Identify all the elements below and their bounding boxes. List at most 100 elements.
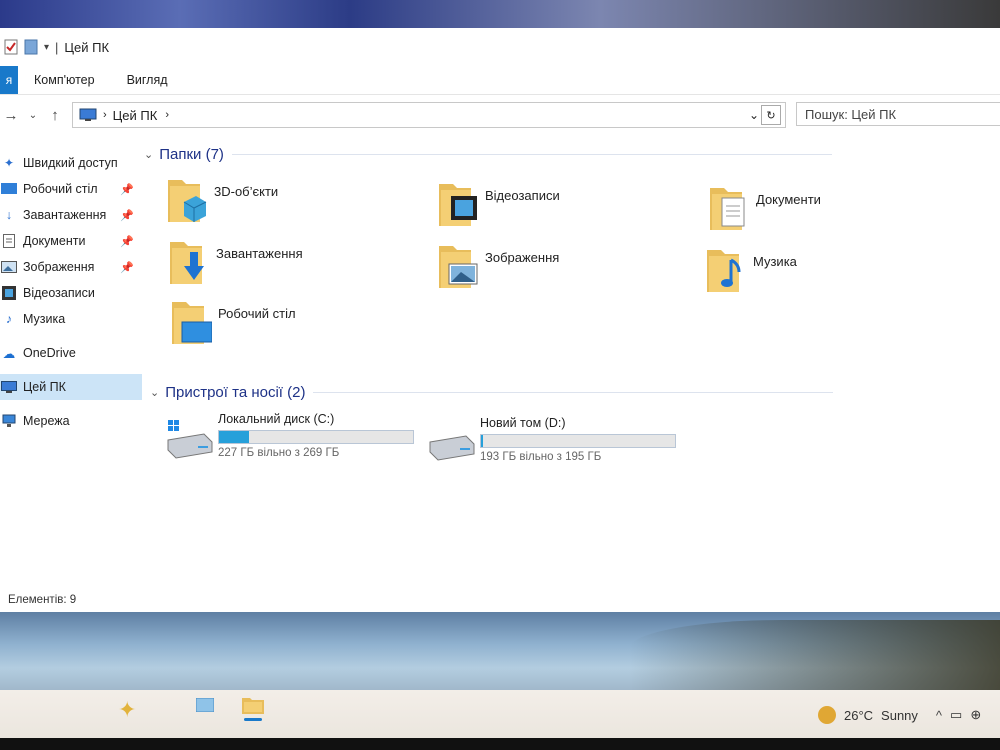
drive-name: Новий том (D:) (480, 416, 566, 430)
drive-free-space: 193 ГБ вільно з 195 ГБ (480, 451, 602, 463)
devices-group-header[interactable]: ⌄ Пристрої та носії (2) (150, 384, 834, 401)
chevron-up-icon[interactable]: ^ (936, 708, 942, 723)
task-view-icon[interactable] (195, 697, 215, 717)
chevron-down-icon[interactable]: ⌄ (144, 148, 153, 161)
folder-downloads[interactable]: Завантаження (168, 238, 303, 286)
star-icon: ✦ (3, 156, 15, 170)
sidebar-item-label: Цей ПК (23, 380, 66, 394)
folder-documents-icon (710, 188, 745, 230)
folder-desktop-icon (172, 302, 212, 344)
sidebar-item-label: Робочий стіл (23, 182, 98, 196)
pin-icon[interactable]: 📌 (120, 235, 134, 248)
folder-pictures[interactable]: Зображення (437, 242, 559, 290)
network-status-icon[interactable]: ⊕ (970, 707, 981, 723)
title-bar: ▾ | Цей ПК (0, 28, 1000, 66)
folder-music-icon (707, 250, 741, 292)
folder-label: Робочий стіл (218, 306, 296, 321)
music-icon: ♪ (5, 312, 13, 326)
folder-label: Музика (753, 254, 797, 269)
folder-3d-objects[interactable]: 3D-об’єкти (166, 176, 278, 224)
videos-icon (0, 286, 18, 300)
desktop-background-bottom (0, 612, 1000, 692)
chevron-down-icon[interactable]: ⌄ (150, 386, 159, 399)
weather-temperature: 26°C (844, 707, 874, 723)
forward-icon[interactable]: → (0, 107, 22, 124)
screen-bezel (0, 738, 1000, 750)
window-title: Цей ПК (64, 39, 110, 55)
search-input[interactable]: Пошук: Цей ПК (796, 102, 1000, 126)
sidebar-item-pictures[interactable]: Зображення 📌 (0, 254, 142, 280)
content-pane: ⌄ Папки (7) 3D-об’єкти Відеозаписи Докум… (142, 146, 1000, 586)
copilot-icon[interactable]: ✦ (118, 697, 136, 723)
title-separator: | (55, 39, 59, 55)
sidebar-item-this-pc[interactable]: Цей ПК (0, 374, 142, 400)
folder-music[interactable]: Музика (705, 246, 797, 294)
cloud-icon: ☁ (2, 346, 16, 361)
file-explorer-taskbar-icon[interactable] (242, 696, 264, 719)
desktop-icon (0, 183, 18, 195)
properties-icon[interactable] (4, 39, 18, 55)
computer-icon (0, 381, 18, 393)
folders-group-header[interactable]: ⌄ Папки (7) (144, 146, 832, 163)
group-divider (231, 154, 832, 155)
folder-label: Відеозаписи (485, 188, 560, 203)
folder-desktop[interactable]: Робочий стіл (170, 298, 296, 346)
folder-pictures-icon (439, 246, 478, 288)
pictures-icon (0, 261, 18, 273)
breadcrumb-this-pc[interactable]: Цей ПК (113, 108, 158, 123)
active-app-indicator (244, 718, 262, 721)
refresh-icon[interactable]: ↻ (761, 105, 781, 125)
address-bar[interactable]: › Цей ПК › ⌄ ↻ (72, 102, 786, 128)
folder-downloads-icon (170, 242, 204, 284)
breadcrumb-chevron-icon[interactable]: › (165, 109, 169, 121)
download-icon: ↓ (5, 208, 13, 222)
sidebar-item-label: OneDrive (23, 346, 76, 360)
new-folder-icon[interactable] (24, 39, 38, 55)
sidebar-item-downloads[interactable]: ↓ Завантаження 📌 (0, 202, 142, 228)
quick-access-dropdown-icon[interactable]: ▾ (44, 42, 49, 53)
document-icon (0, 234, 18, 248)
sidebar-item-onedrive[interactable]: ☁ OneDrive (0, 340, 142, 366)
drive-name: Локальний диск (C:) (218, 412, 335, 426)
drive-d-icon (429, 435, 475, 461)
tab-view[interactable]: Вигляд (111, 73, 184, 87)
sidebar-item-label: Мережа (23, 414, 70, 428)
sun-icon (818, 706, 836, 724)
up-icon[interactable]: ↑ (44, 107, 66, 124)
file-tab[interactable]: я (0, 66, 18, 94)
drive-usage-bar (480, 434, 676, 448)
wallpaper-rock (630, 620, 1000, 690)
battery-icon[interactable]: ▭ (950, 707, 962, 723)
pin-icon[interactable]: 📌 (120, 209, 134, 222)
tab-computer[interactable]: Комп'ютер (18, 73, 111, 87)
folder-3d-objects-icon (168, 180, 207, 222)
folder-videos[interactable]: Відеозаписи (437, 180, 560, 228)
file-explorer-window: ▾ | Цей ПК я Комп'ютер Вигляд → ⌄ ↑ › Це… (0, 28, 1000, 612)
weather-widget[interactable]: 26°C Sunny ^ ▭ ⊕ (818, 706, 981, 724)
folder-label: Завантаження (216, 246, 303, 261)
drive-usage-fill (481, 435, 483, 447)
folder-documents[interactable]: Документи (708, 184, 821, 232)
pin-icon[interactable]: 📌 (120, 261, 134, 274)
sidebar-item-network[interactable]: Мережа (0, 408, 142, 434)
breadcrumb-separator-icon: › (103, 109, 107, 121)
sidebar-item-desktop[interactable]: Робочий стіл 📌 (0, 176, 142, 202)
sidebar-item-label: Відеозаписи (23, 286, 95, 300)
search-placeholder: Пошук: Цей ПК (805, 106, 897, 122)
computer-icon (79, 108, 97, 121)
drive-c-icon (167, 420, 213, 459)
navigation-bar: → ⌄ ↑ › Цей ПК › ⌄ ↻ Пошук: Цей ПК (0, 95, 1000, 135)
navigation-pane: ✦ Швидкий доступ Робочий стіл 📌 ↓ Завант… (0, 150, 142, 434)
weather-condition: Sunny (881, 707, 918, 723)
sidebar-item-videos[interactable]: Відеозаписи (0, 280, 142, 306)
recent-locations-icon[interactable]: ⌄ (22, 110, 44, 121)
group-divider (313, 392, 834, 393)
drive-free-space: 227 ГБ вільно з 269 ГБ (218, 447, 340, 459)
status-bar-item-count: Елементів: 9 (8, 594, 77, 606)
drive-usage-fill (219, 431, 250, 443)
sidebar-item-music[interactable]: ♪ Музика (0, 306, 142, 332)
sidebar-item-documents[interactable]: Документи 📌 (0, 228, 142, 254)
sidebar-item-quick-access[interactable]: ✦ Швидкий доступ (0, 150, 142, 176)
address-dropdown-icon[interactable]: ⌄ (749, 108, 759, 122)
pin-icon[interactable]: 📌 (120, 183, 134, 196)
